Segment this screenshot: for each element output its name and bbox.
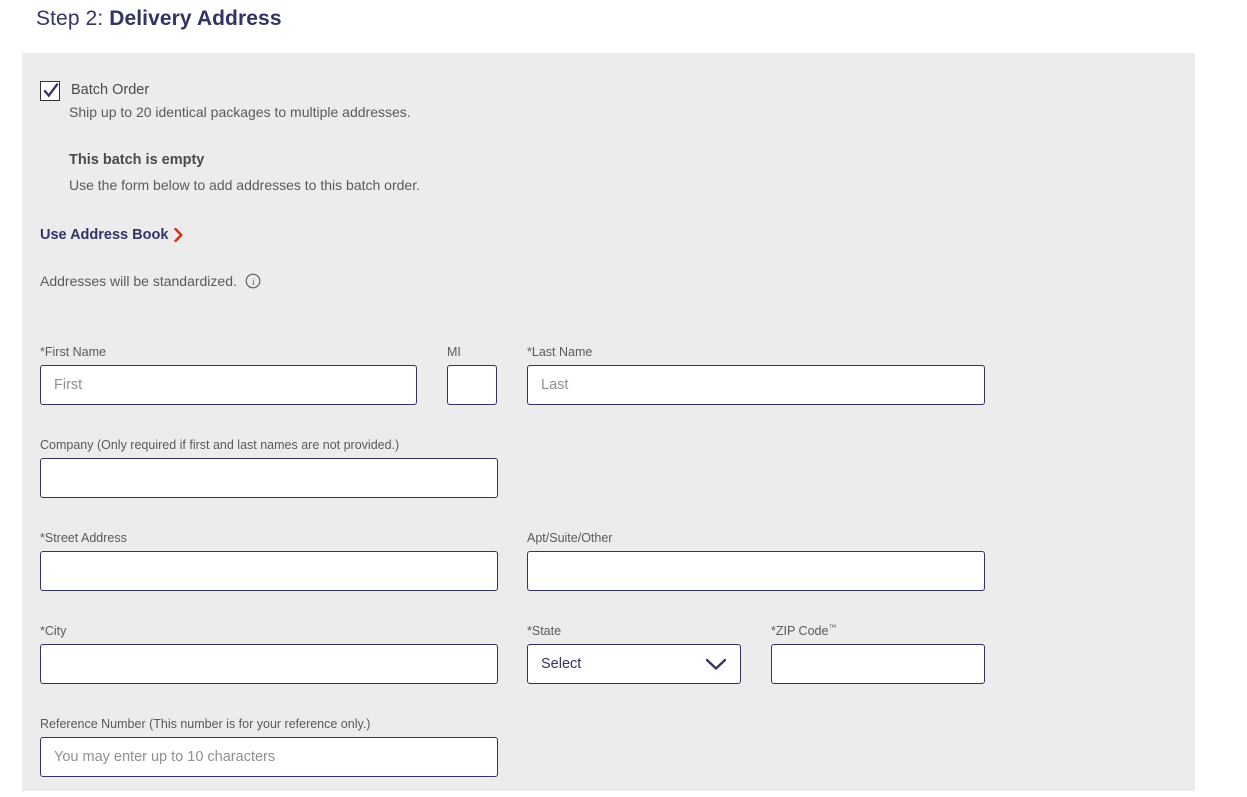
street-address-input[interactable] bbox=[40, 551, 498, 591]
last-name-label: *Last Name bbox=[527, 345, 593, 359]
company-label: Company (Only required if first and last… bbox=[40, 438, 400, 452]
first-name-field: *First Name bbox=[40, 345, 417, 405]
last-name-field: *Last Name bbox=[527, 345, 985, 405]
batch-empty-description: Use the form below to add addresses to t… bbox=[69, 177, 420, 193]
state-label: *State bbox=[527, 624, 562, 638]
middle-initial-input[interactable] bbox=[447, 365, 497, 405]
reference-number-label: Reference Number (This number is for you… bbox=[40, 717, 371, 731]
batch-empty-title: This batch is empty bbox=[69, 152, 205, 168]
standardized-note-text: Addresses will be standardized. bbox=[40, 273, 237, 289]
checkmark-icon bbox=[43, 82, 59, 98]
apt-suite-input[interactable] bbox=[527, 551, 985, 591]
city-input[interactable] bbox=[40, 644, 498, 684]
batch-order-row[interactable]: Batch Order bbox=[40, 80, 149, 101]
zip-code-trademark: ™ bbox=[828, 622, 837, 632]
state-field: *State Select bbox=[527, 624, 741, 684]
batch-order-label: Batch Order bbox=[71, 82, 150, 98]
apt-suite-field: Apt/Suite/Other bbox=[527, 531, 985, 591]
middle-initial-field: MI bbox=[447, 345, 497, 405]
first-name-label: *First Name bbox=[40, 345, 106, 359]
batch-order-description: Ship up to 20 identical packages to mult… bbox=[69, 104, 411, 120]
delivery-address-page: Step 2: Delivery Address Batch Order Shi… bbox=[0, 0, 1247, 797]
batch-order-checkbox[interactable] bbox=[40, 81, 60, 101]
use-address-book-label: Use Address Book bbox=[40, 227, 169, 243]
standardized-note: Addresses will be standardized. i bbox=[40, 273, 261, 289]
company-field: Company (Only required if first and last… bbox=[40, 438, 498, 498]
city-label: *City bbox=[40, 624, 67, 638]
first-name-input[interactable] bbox=[40, 365, 417, 405]
apt-suite-label: Apt/Suite/Other bbox=[527, 531, 613, 545]
street-address-field: *Street Address bbox=[40, 531, 498, 591]
reference-number-input[interactable] bbox=[40, 737, 498, 777]
reference-number-field: Reference Number (This number is for you… bbox=[40, 717, 498, 777]
last-name-input[interactable] bbox=[527, 365, 985, 405]
chevron-right-icon bbox=[174, 228, 183, 242]
info-circle-icon[interactable]: i bbox=[245, 273, 261, 289]
middle-initial-label: MI bbox=[447, 345, 461, 359]
zip-code-input[interactable] bbox=[771, 644, 985, 684]
state-select-wrapper[interactable]: Select bbox=[527, 644, 741, 684]
street-address-label: *Street Address bbox=[40, 531, 127, 545]
delivery-address-panel: Batch Order Ship up to 20 identical pack… bbox=[22, 53, 1195, 791]
city-field: *City bbox=[40, 624, 498, 684]
use-address-book-link[interactable]: Use Address Book bbox=[40, 227, 183, 243]
page-title: Step 2: Delivery Address bbox=[36, 7, 282, 31]
zip-code-label: *ZIP Code™ bbox=[771, 622, 985, 638]
state-select-value: Select bbox=[541, 656, 582, 672]
company-input[interactable] bbox=[40, 458, 498, 498]
step-label: Step 2: bbox=[36, 7, 104, 30]
zip-code-label-main: *ZIP Code bbox=[771, 624, 829, 638]
svg-text:i: i bbox=[252, 278, 255, 288]
zip-code-field: *ZIP Code™ bbox=[771, 622, 985, 684]
state-select[interactable]: Select bbox=[527, 644, 741, 684]
step-title: Delivery Address bbox=[109, 7, 282, 30]
